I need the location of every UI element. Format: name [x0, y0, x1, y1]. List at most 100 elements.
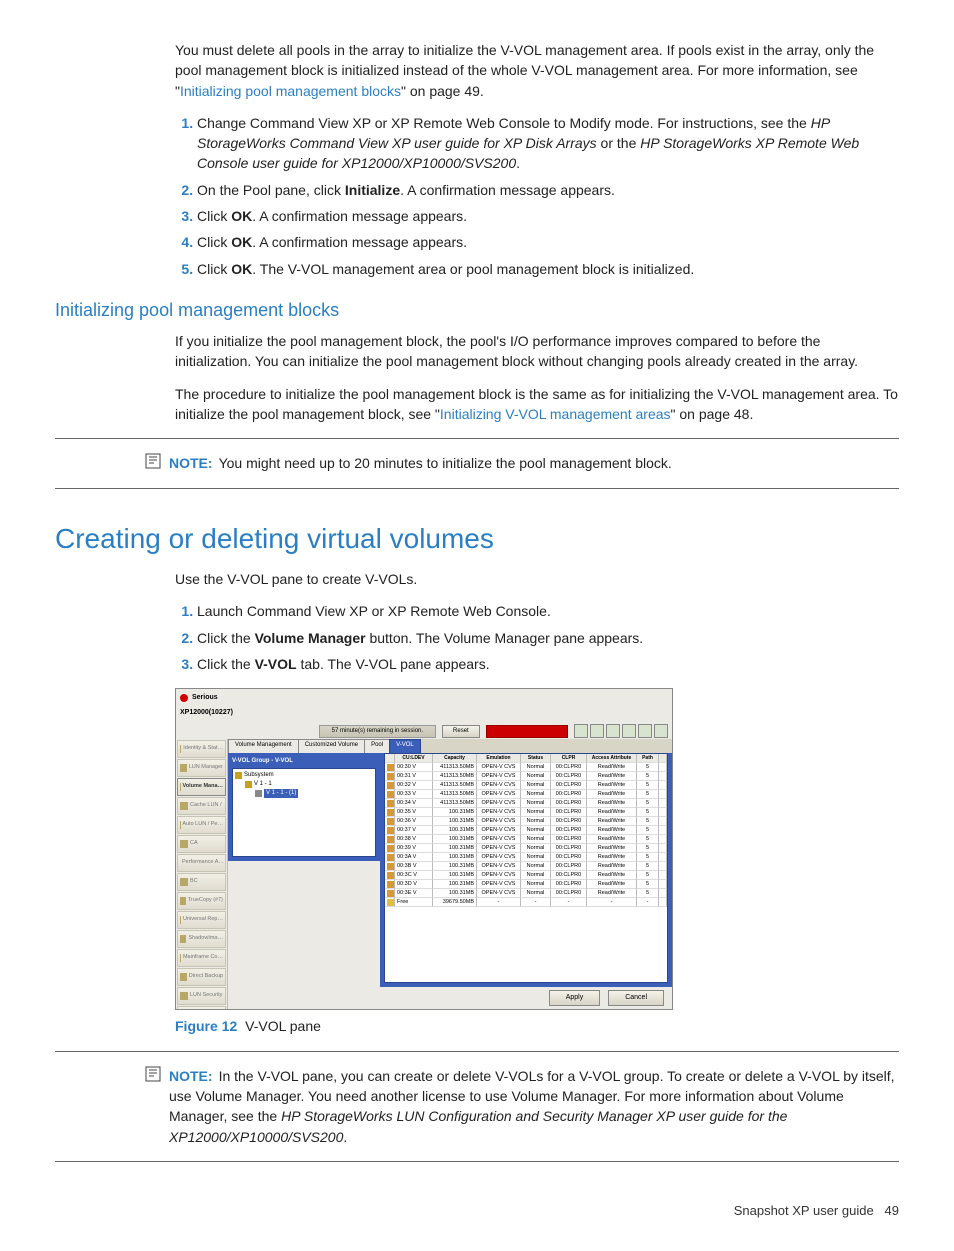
- cell: 00:32 V: [395, 781, 433, 790]
- tab-customized-volume[interactable]: Customized Volume: [298, 739, 365, 753]
- cell: Read/Write: [587, 817, 637, 826]
- sidebar-item[interactable]: Mainframe Co…: [177, 949, 226, 967]
- column-header[interactable]: Emulation: [477, 754, 521, 763]
- cell: 00:38 V: [395, 835, 433, 844]
- link-init-pool[interactable]: Initializing pool management blocks: [180, 83, 401, 99]
- table-row[interactable]: 00:3E V100.31MBOPEN-V CVSNormal00:CLPR0R…: [385, 889, 667, 898]
- column-header[interactable]: [659, 754, 667, 763]
- cell: 00:31 V: [395, 772, 433, 781]
- cell: Read/Write: [587, 808, 637, 817]
- table-row[interactable]: 00:3A V100.31MBOPEN-V CVSNormal00:CLPR0R…: [385, 853, 667, 862]
- tab-volume-management[interactable]: Volume Management: [228, 739, 299, 753]
- table-row[interactable]: 00:30 V411313.50MBOPEN-V CVSNormal00:CLP…: [385, 763, 667, 772]
- cell: 5: [637, 889, 659, 898]
- sidebar-item[interactable]: Auto LUN / Pe…: [177, 816, 226, 834]
- column-header[interactable]: Access Attribute: [587, 754, 637, 763]
- apply-button[interactable]: Apply: [549, 990, 601, 1006]
- sidebar-item[interactable]: External Stora…: [177, 1006, 226, 1009]
- cell: 100.31MB: [433, 853, 477, 862]
- table-row[interactable]: Free39679.50MB-----: [385, 898, 667, 907]
- cell: 5: [637, 862, 659, 871]
- sidebar-item[interactable]: LUN Security: [177, 987, 226, 1005]
- cell: 5: [637, 871, 659, 880]
- sidebar-item[interactable]: Identity & Stat…: [177, 740, 226, 758]
- sidebar-icon: [180, 802, 188, 810]
- sidebar-item[interactable]: Cache LUN /: [177, 797, 226, 815]
- sidebar-item[interactable]: ShadowIma…: [177, 930, 226, 948]
- cell: -: [521, 898, 551, 907]
- cell: OPEN-V CVS: [477, 826, 521, 835]
- cell: Normal: [521, 853, 551, 862]
- column-header[interactable]: [385, 754, 395, 763]
- cell: 100.31MB: [433, 871, 477, 880]
- cell: 5: [637, 808, 659, 817]
- tab-vvol[interactable]: V-VOL: [389, 739, 421, 753]
- table-row[interactable]: 00:38 V100.31MBOPEN-V CVSNormal00:CLPR0R…: [385, 835, 667, 844]
- column-header[interactable]: Path: [637, 754, 659, 763]
- step: On the Pool pane, click Initialize. A co…: [197, 180, 899, 200]
- vvol-table: CU:LDEVCapacityEmulationStatusCLPRAccess…: [384, 753, 668, 983]
- cell: OPEN-V CVS: [477, 772, 521, 781]
- toolbar-icon[interactable]: [622, 724, 636, 738]
- table-row[interactable]: 00:39 V100.31MBOPEN-V CVSNormal00:CLPR0R…: [385, 844, 667, 853]
- sidebar-item[interactable]: Direct Backup: [177, 968, 226, 986]
- link-init-vvol[interactable]: Initializing V-VOL management areas: [440, 406, 671, 422]
- cell: Normal: [521, 880, 551, 889]
- table-row[interactable]: 00:3D V100.31MBOPEN-V CVSNormal00:CLPR0R…: [385, 880, 667, 889]
- toolbar-icon[interactable]: [574, 724, 588, 738]
- table-row[interactable]: 00:33 V411313.50MBOPEN-V CVSNormal00:CLP…: [385, 790, 667, 799]
- tree-node[interactable]: V 1 - 1 - (1): [235, 789, 373, 798]
- steps-list-2: Launch Command View XP or XP Remote Web …: [175, 601, 899, 674]
- table-row[interactable]: 00:35 V100.31MBOPEN-V CVSNormal00:CLPR0R…: [385, 808, 667, 817]
- column-header[interactable]: CLPR: [551, 754, 587, 763]
- cell: Normal: [521, 826, 551, 835]
- volume-icon: [387, 791, 394, 798]
- sidebar-item[interactable]: BC: [177, 873, 226, 891]
- status-icon: [180, 694, 188, 702]
- tree-node[interactable]: Subsystem: [235, 771, 373, 780]
- cell: 00:CLPR0: [551, 835, 587, 844]
- toolbar-icon[interactable]: [638, 724, 652, 738]
- sidebar-item[interactable]: TrueCopy (#7): [177, 892, 226, 910]
- column-header[interactable]: Status: [521, 754, 551, 763]
- step: Click OK. A confirmation message appears…: [197, 232, 899, 252]
- table-row[interactable]: 00:37 V100.31MBOPEN-V CVSNormal00:CLPR0R…: [385, 826, 667, 835]
- tab-pool[interactable]: Pool: [364, 739, 390, 753]
- cell: Read/Write: [587, 826, 637, 835]
- table-row[interactable]: 00:31 V411313.50MBOPEN-V CVSNormal00:CLP…: [385, 772, 667, 781]
- table-row[interactable]: 00:32 V411313.50MBOPEN-V CVSNormal00:CLP…: [385, 781, 667, 790]
- cell: Normal: [521, 790, 551, 799]
- sidebar-item[interactable]: Performance A…: [177, 854, 226, 872]
- sidebar-item[interactable]: CA: [177, 835, 226, 853]
- table-row[interactable]: 00:3C V100.31MBOPEN-V CVSNormal00:CLPR0R…: [385, 871, 667, 880]
- sidebar-item[interactable]: LUN Manager: [177, 759, 226, 777]
- cell: Read/Write: [587, 772, 637, 781]
- cell: 00:CLPR0: [551, 862, 587, 871]
- table-row[interactable]: 00:3B V100.31MBOPEN-V CVSNormal00:CLPR0R…: [385, 862, 667, 871]
- table-row[interactable]: 00:36 V100.31MBOPEN-V CVSNormal00:CLPR0R…: [385, 817, 667, 826]
- cell: 00:CLPR0: [551, 772, 587, 781]
- table-row[interactable]: 00:34 V411313.50MBOPEN-V CVSNormal00:CLP…: [385, 799, 667, 808]
- cell: 100.31MB: [433, 862, 477, 871]
- cell: -: [637, 898, 659, 907]
- page-footer: Snapshot XP user guide 49: [55, 1202, 899, 1221]
- cancel-button[interactable]: Cancel: [608, 990, 664, 1006]
- cell: 00:36 V: [395, 817, 433, 826]
- cell: Read/Write: [587, 790, 637, 799]
- cell: Normal: [521, 799, 551, 808]
- column-header[interactable]: Capacity: [433, 754, 477, 763]
- toolbar-icon[interactable]: [654, 724, 668, 738]
- sidebar-item[interactable]: Universal Rep…: [177, 911, 226, 929]
- toolbar-icon[interactable]: [606, 724, 620, 738]
- reset-button[interactable]: Reset: [442, 725, 480, 738]
- cell: Normal: [521, 871, 551, 880]
- column-header[interactable]: CU:LDEV: [395, 754, 433, 763]
- cell: OPEN-V CVS: [477, 871, 521, 880]
- toolbar-icons: [574, 724, 668, 738]
- tree-node[interactable]: V 1 - 1: [235, 780, 373, 789]
- cell: OPEN-V CVS: [477, 835, 521, 844]
- volume-icon: [387, 827, 394, 834]
- cell: Normal: [521, 763, 551, 772]
- sidebar-item[interactable]: Volume Mana…: [177, 778, 226, 796]
- toolbar-icon[interactable]: [590, 724, 604, 738]
